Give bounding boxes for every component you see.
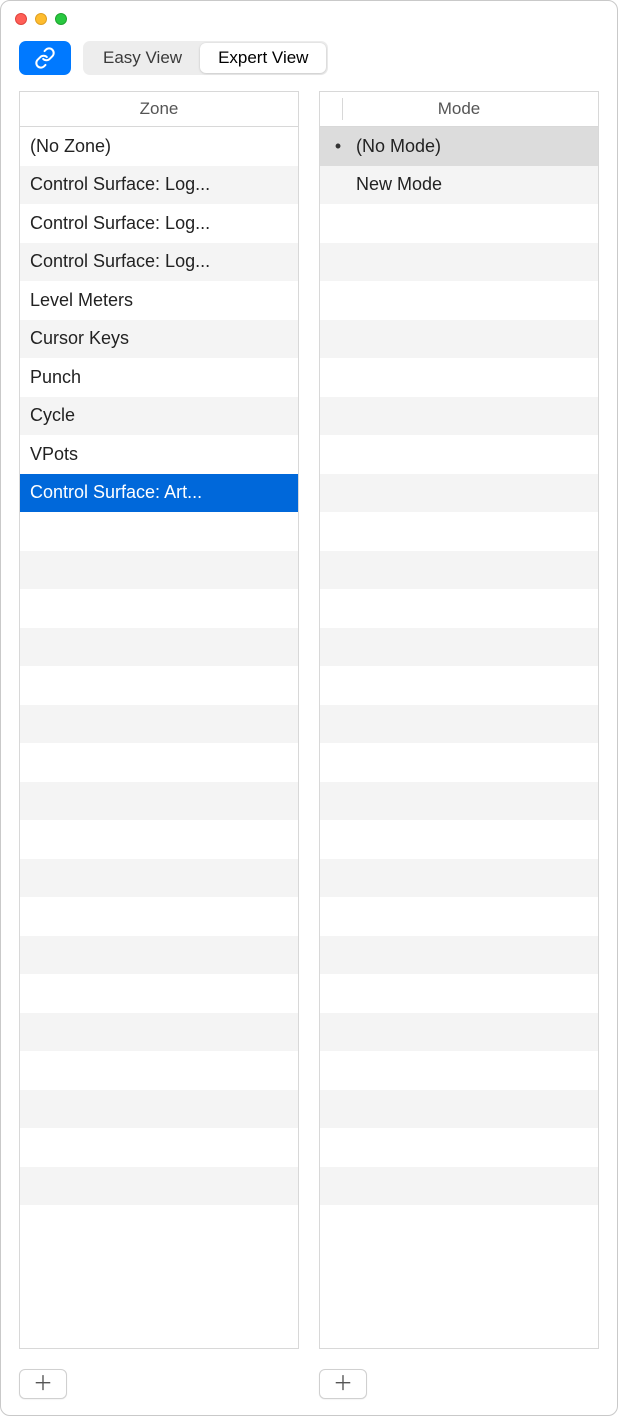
table-row[interactable] bbox=[320, 666, 598, 705]
table-row[interactable] bbox=[320, 897, 598, 936]
table-row[interactable] bbox=[320, 320, 598, 359]
plus-icon: ＋ bbox=[333, 1374, 353, 1394]
toolbar: Easy View Expert View bbox=[1, 37, 617, 91]
table-row[interactable] bbox=[320, 936, 598, 975]
tab-expert-view[interactable]: Expert View bbox=[200, 43, 326, 73]
table-row[interactable]: New Mode bbox=[320, 166, 598, 205]
table-row[interactable] bbox=[20, 1051, 298, 1090]
footer: ＋ ＋ bbox=[1, 1359, 617, 1415]
table-row[interactable] bbox=[320, 589, 598, 628]
table-row[interactable] bbox=[20, 1205, 298, 1244]
table-row[interactable] bbox=[320, 243, 598, 282]
table-row[interactable] bbox=[320, 1051, 598, 1090]
table-row[interactable] bbox=[320, 474, 598, 513]
table-row[interactable] bbox=[320, 859, 598, 898]
table-row[interactable]: Cycle bbox=[20, 397, 298, 436]
zone-list[interactable]: (No Zone) Control Surface: Log... Control … bbox=[20, 127, 298, 1348]
table-row[interactable] bbox=[20, 1090, 298, 1129]
table-row[interactable]: Punch bbox=[20, 358, 298, 397]
zone-panel: Zone (No Zone) Control Surface: Log... Con… bbox=[19, 91, 299, 1349]
mode-panel: Mode •(No Mode) New Mode bbox=[319, 91, 599, 1349]
table-row[interactable] bbox=[320, 1167, 598, 1206]
zone-item-label: Cursor Keys bbox=[30, 328, 298, 349]
table-row[interactable] bbox=[320, 1090, 598, 1129]
table-row[interactable] bbox=[320, 705, 598, 744]
table-row[interactable] bbox=[20, 705, 298, 744]
table-row[interactable] bbox=[320, 512, 598, 551]
content-area: Zone (No Zone) Control Surface: Log... Con… bbox=[1, 91, 617, 1359]
zone-item-label: Level Meters bbox=[30, 290, 298, 311]
table-row[interactable] bbox=[320, 782, 598, 821]
table-row[interactable] bbox=[320, 397, 598, 436]
table-row[interactable] bbox=[20, 512, 298, 551]
zone-item-label: Punch bbox=[30, 367, 298, 388]
table-row[interactable]: •(No Mode) bbox=[320, 127, 598, 166]
table-row[interactable] bbox=[320, 820, 598, 859]
add-zone-button[interactable]: ＋ bbox=[19, 1369, 67, 1399]
table-row[interactable] bbox=[20, 589, 298, 628]
table-row[interactable] bbox=[320, 551, 598, 590]
table-row[interactable] bbox=[320, 1128, 598, 1167]
zone-item-label: (No Zone) bbox=[30, 136, 298, 157]
table-row[interactable] bbox=[320, 435, 598, 474]
zone-column-header[interactable]: Zone bbox=[20, 92, 298, 127]
table-row[interactable] bbox=[20, 974, 298, 1013]
mode-list[interactable]: •(No Mode) New Mode bbox=[320, 127, 598, 1348]
table-row[interactable] bbox=[20, 551, 298, 590]
zone-item-label: Control Surface: Log... bbox=[30, 251, 298, 272]
close-window-button[interactable] bbox=[15, 13, 27, 25]
table-row[interactable] bbox=[20, 936, 298, 975]
mode-item-label: New Mode bbox=[356, 174, 598, 195]
table-row[interactable] bbox=[320, 204, 598, 243]
table-row[interactable] bbox=[320, 281, 598, 320]
zone-item-label: VPots bbox=[30, 444, 298, 465]
table-row[interactable] bbox=[320, 1013, 598, 1052]
zone-item-label: Control Surface: Log... bbox=[30, 213, 298, 234]
table-row[interactable]: Control Surface: Log... bbox=[20, 204, 298, 243]
bullet-indicator: • bbox=[320, 136, 356, 157]
minimize-window-button[interactable] bbox=[35, 13, 47, 25]
view-segmented-control: Easy View Expert View bbox=[83, 41, 328, 75]
add-mode-button[interactable]: ＋ bbox=[319, 1369, 367, 1399]
table-row[interactable] bbox=[20, 820, 298, 859]
table-row[interactable]: Level Meters bbox=[20, 281, 298, 320]
zone-item-label: Control Surface: Art... bbox=[30, 482, 298, 503]
table-row[interactable]: Control Surface: Art... bbox=[20, 474, 298, 513]
table-row[interactable] bbox=[20, 859, 298, 898]
table-row[interactable] bbox=[20, 1167, 298, 1206]
mode-item-label: (No Mode) bbox=[356, 136, 598, 157]
table-row[interactable] bbox=[320, 628, 598, 667]
table-row[interactable] bbox=[20, 666, 298, 705]
table-row[interactable]: VPots bbox=[20, 435, 298, 474]
link-button[interactable] bbox=[19, 41, 71, 75]
table-row[interactable]: Control Surface: Log... bbox=[20, 243, 298, 282]
table-row[interactable]: Cursor Keys bbox=[20, 320, 298, 359]
mode-column-header[interactable]: Mode bbox=[320, 92, 598, 127]
tab-easy-view[interactable]: Easy View bbox=[85, 43, 200, 73]
table-row[interactable] bbox=[320, 1205, 598, 1244]
table-row[interactable] bbox=[20, 1013, 298, 1052]
table-row[interactable] bbox=[20, 1128, 298, 1167]
table-row[interactable] bbox=[20, 628, 298, 667]
table-row[interactable] bbox=[20, 743, 298, 782]
table-row[interactable] bbox=[20, 897, 298, 936]
table-row[interactable] bbox=[20, 782, 298, 821]
table-row[interactable]: Control Surface: Log... bbox=[20, 166, 298, 205]
table-row[interactable] bbox=[320, 974, 598, 1013]
window: Easy View Expert View Zone (No Zone) Cont… bbox=[0, 0, 618, 1416]
table-row[interactable] bbox=[320, 358, 598, 397]
zone-item-label: Control Surface: Log... bbox=[30, 174, 298, 195]
table-row[interactable] bbox=[320, 743, 598, 782]
plus-icon: ＋ bbox=[33, 1374, 53, 1394]
link-icon bbox=[34, 47, 56, 69]
zone-item-label: Cycle bbox=[30, 405, 298, 426]
zoom-window-button[interactable] bbox=[55, 13, 67, 25]
table-row[interactable]: (No Zone) bbox=[20, 127, 298, 166]
titlebar bbox=[1, 1, 617, 37]
column-separator bbox=[342, 98, 343, 120]
